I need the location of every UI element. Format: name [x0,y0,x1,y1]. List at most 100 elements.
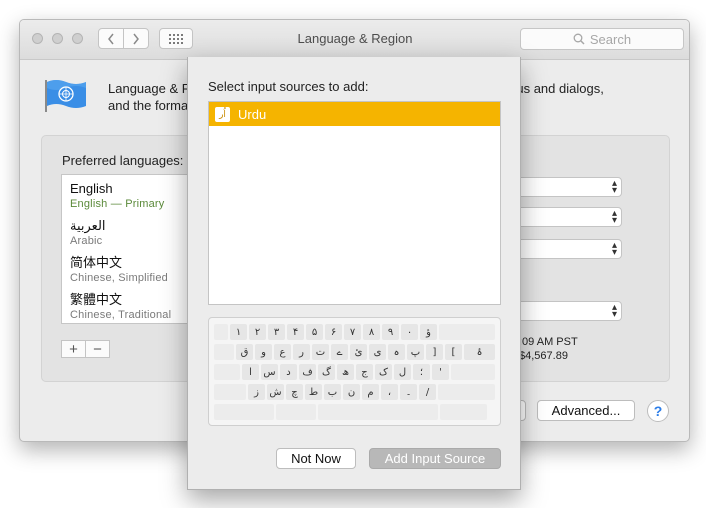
input-source-list[interactable]: اُر Urdu [208,101,501,305]
keyboard-key: [ [445,344,462,360]
header-line1-right: nus and dialogs, [509,81,604,96]
time-format-example: :09 AM PST [519,336,578,348]
show-all-button[interactable] [159,28,193,49]
keyboard-key: ت [312,344,329,360]
chevron-updown-icon: ▴ ▾ [611,240,617,258]
keyboard-key: ر [293,344,310,360]
urdu-input-icon: اُر [215,106,230,122]
keyboard-key [214,384,246,400]
list-item[interactable]: English English — Primary [70,181,164,211]
keyboard-key [438,384,495,400]
keyboard-key: پ [407,344,424,360]
keyboard-key: ، [381,384,398,400]
list-item[interactable]: 简体中文 Chinese, Simplified [70,255,168,285]
keyboard-key: ج [356,364,373,380]
preferred-languages-list[interactable]: English English — Primary العربية Arabic… [61,174,201,324]
first-day-popup[interactable]: ▴ ▾ [515,207,622,227]
keyboard-key [318,404,438,420]
language-name: 简体中文 [70,255,123,270]
calendar-popup[interactable]: ▴ ▾ [515,239,622,259]
chevron-left-icon [108,33,114,44]
keyboard-key: م [362,384,379,400]
forward-button[interactable] [123,28,149,49]
number-format-example: $4,567.89 [519,350,568,362]
keyboard-key: ف [299,364,316,380]
keyboard-key: ۵ [306,324,323,340]
language-subtitle: English — Primary [70,198,165,210]
keyboard-key: ۂ [464,344,495,360]
not-now-button[interactable]: Not Now [276,448,356,469]
temperature-popup[interactable]: ▴ ▾ [515,301,622,321]
zoom-button[interactable] [72,33,83,44]
language-subtitle: Chinese, Simplified [70,272,168,284]
keyboard-key: ب [324,384,341,400]
advanced-button[interactable]: Advanced... [537,400,635,421]
add-input-source-button[interactable]: Add Input Source [369,448,501,469]
keyboard-key: ع [274,344,291,360]
preferred-languages-label: Preferred languages: [62,153,184,168]
keyboard-key: ز [248,384,265,400]
keyboard-key: ٨ [363,324,380,340]
add-remove-control: + − [61,340,110,358]
input-source-name: Urdu [238,106,267,122]
header-line1-left: Language & R [108,81,192,96]
keyboard-key: ا [242,364,259,380]
keyboard-key: ق [236,344,253,360]
keyboard-key: ؛ [413,364,430,380]
keyboard-preview: ١ ٢ ٣ ۴ ۵ ۶ ٧ ٨ ٩ ٠ ؤ ق و ع ر ت ے ئ ی ہ پ][ۂ ا س د ف گ ھ ج ک ل ؛ ' ز ش چ ط ب… [208,317,501,426]
title-bar: Language & Region Search [20,20,689,60]
keyboard-key: ۔ [400,384,417,400]
language-name: 繁體中文 [70,292,123,307]
keyboard-key [214,404,274,420]
keyboard-key: چ [286,384,303,400]
keyboard-key: ٣ [268,324,285,340]
keyboard-key: ٠ [401,324,418,340]
back-button[interactable] [98,28,124,49]
keyboard-key: ل [394,364,411,380]
keyboard-key: ؤ [420,324,437,340]
remove-language-button[interactable]: − [86,341,109,358]
help-button[interactable]: ? [647,400,669,422]
keyboard-key: ۶ [325,324,342,340]
search-placeholder: Search [589,31,632,47]
add-language-button[interactable]: + [62,341,86,358]
keyboard-key: ی [369,344,386,360]
search-field[interactable]: Search [520,28,684,50]
keyboard-key: ن [343,384,360,400]
close-button[interactable] [32,33,43,44]
keyboard-key: ط [305,384,322,400]
keyboard-key [439,324,495,340]
keyboard-key: ئ [350,344,367,360]
language-name: العربية [70,218,106,233]
chevron-updown-icon: ▴ ▾ [611,178,617,196]
keyboard-key: ھ [337,364,354,380]
list-item[interactable]: اُر Urdu [209,102,500,126]
keyboard-key: ١ [230,324,247,340]
keyboard-key [440,404,487,420]
list-item[interactable]: العربية Arabic [70,218,106,248]
minimize-button[interactable] [52,33,63,44]
keyboard-key: و [255,344,272,360]
keyboard-key: ٧ [344,324,361,340]
keyboard-key [276,404,316,420]
language-subtitle: Chinese, Traditional [70,309,172,321]
keyboard-key: / [419,384,436,400]
window-title: Language & Region [297,31,413,46]
keyboard-key: ش [267,384,284,400]
region-popup[interactable]: ▴ ▾ [515,177,622,197]
chevron-right-icon [133,33,139,44]
language-name: English [70,181,113,196]
keyboard-key: گ [318,364,335,380]
list-item[interactable]: 繁體中文 Chinese, Traditional [70,292,171,322]
keyboard-key: ٩ [382,324,399,340]
keyboard-key: ٢ [249,324,266,340]
keyboard-key: ۴ [287,324,304,340]
keyboard-key: ے [331,344,348,360]
language-subtitle: Arabic [70,235,103,247]
chevron-updown-icon: ▴ ▾ [611,302,617,320]
keyboard-key [451,364,495,380]
keyboard-key: ' [432,364,449,380]
chevron-updown-icon: ▴ ▾ [611,208,617,226]
un-flag-icon [45,80,86,112]
grid-icon [169,33,183,44]
